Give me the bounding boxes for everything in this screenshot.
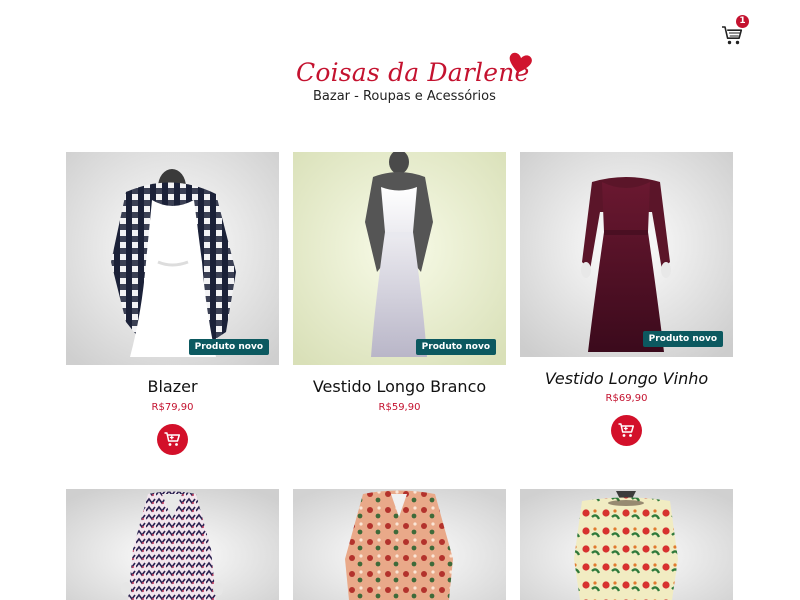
product-image[interactable]: [293, 489, 506, 600]
product-price: R$69,90: [605, 393, 648, 404]
add-to-cart-icon: [618, 423, 635, 437]
product-image[interactable]: [66, 489, 279, 600]
product-card: [66, 489, 279, 600]
product-price: R$79,90: [151, 402, 194, 413]
new-product-badge: Produto novo: [415, 339, 496, 355]
product-title[interactable]: Vestido Longo Vinho: [520, 369, 733, 388]
new-product-badge: Produto novo: [188, 339, 269, 355]
add-to-cart-button[interactable]: [611, 415, 642, 446]
new-product-badge: Produto novo: [642, 331, 723, 347]
product-image[interactable]: [520, 489, 733, 600]
brand-tagline: Bazar - Roupas e Acessórios: [313, 89, 496, 104]
add-to-cart-button[interactable]: [157, 424, 188, 455]
brand-logo[interactable]: Coisas da Darlene Bazar - Roupas e Acess…: [290, 52, 540, 112]
cart-count-badge: 1: [736, 15, 749, 28]
product-price: R$59,90: [378, 402, 421, 413]
brand-name: Coisas da Darlene: [296, 58, 530, 87]
cart-button[interactable]: 1: [719, 15, 751, 48]
product-image[interactable]: Produto novo: [520, 152, 733, 357]
product-card: Produto novo Blazer R$79,90: [66, 152, 279, 462]
product-card: Produto novo Vestido Longo Branco R$59,9…: [293, 152, 506, 422]
product-card: [293, 489, 506, 600]
product-card: [520, 489, 733, 600]
product-title[interactable]: Vestido Longo Branco: [293, 377, 506, 396]
heart-icon: [509, 52, 532, 73]
product-card: Produto novo Vestido Longo Vinho R$69,90: [520, 152, 733, 452]
product-image[interactable]: Produto novo: [293, 152, 506, 365]
product-image[interactable]: Produto novo: [66, 152, 279, 365]
add-to-cart-icon: [164, 432, 181, 446]
product-title[interactable]: Blazer: [66, 377, 279, 396]
